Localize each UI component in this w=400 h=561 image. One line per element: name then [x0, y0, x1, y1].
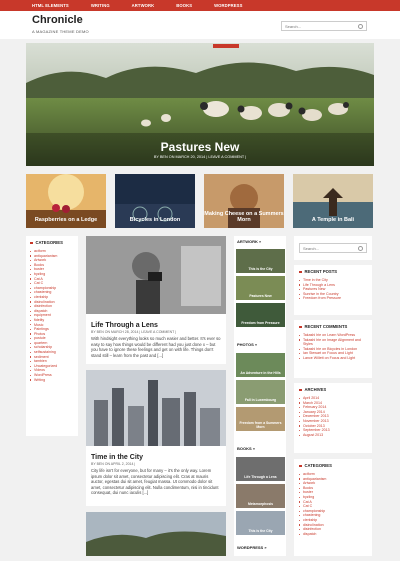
preview-item[interactable]: An Adventure in the Hills — [236, 353, 285, 377]
recent-posts-widget: Recent Posts Time in the City Life Throug… — [294, 265, 372, 315]
nav-item-html-elements[interactable]: HTML Elements — [32, 3, 69, 8]
preview-item[interactable]: This is the City — [236, 249, 285, 273]
archive-link[interactable]: August 2013 — [299, 433, 367, 438]
preview-title[interactable]: Metamorphosis — [236, 502, 285, 506]
archives-list: April 2014 March 2014 February 2014 January… — [299, 396, 367, 437]
widget-title: Archives — [299, 387, 367, 392]
featured-item[interactable]: A Temple in Bali — [293, 174, 373, 228]
preview-title[interactable]: Fall in Luxembourg — [236, 398, 285, 402]
recent-posts-list: Time in the City Life Through a Lens Pastu… — [299, 278, 367, 301]
nav-item-writing[interactable]: Writing — [91, 3, 110, 8]
preview-title[interactable]: Pastures New — [236, 294, 285, 298]
featured-title[interactable]: Making Cheese on a Summers Morn — [204, 211, 284, 223]
category-list-right: aciform antiquarianism Artwork Books buster b… — [299, 472, 367, 536]
hero-slider[interactable]: Pastures New By Ben on March 20, 2014 | … — [26, 43, 374, 166]
bullet-icon — [30, 241, 33, 245]
post-card — [86, 512, 226, 556]
slider-indicator[interactable] — [213, 44, 239, 48]
preview-item[interactable]: Life Through a Lens — [236, 457, 285, 481]
featured-title[interactable]: Raspberries on a Ledge — [26, 217, 106, 223]
category-link[interactable]: dispatch — [299, 532, 367, 537]
recent-comments-widget: Recent Comments Takashi Irie on Learn Wo… — [294, 320, 372, 378]
post-excerpt: With hindsight everything looks so much … — [91, 336, 221, 358]
nav-item-artwork[interactable]: Artwork — [132, 3, 155, 8]
preview-item[interactable]: Freedom from Pressure — [236, 303, 285, 327]
header-search-placeholder: Search... — [285, 24, 302, 29]
site-title[interactable]: Chronicle — [32, 14, 83, 26]
preview-title[interactable]: Freedom from Pressure — [236, 321, 285, 325]
featured-item[interactable]: Raspberries on a Ledge — [26, 174, 106, 228]
featured-title[interactable]: A Temple in Bali — [293, 217, 373, 223]
post-card: Time in the City By Ben on April 2, 2014… — [86, 370, 226, 506]
bullet-icon — [299, 325, 302, 329]
sidebar-search-placeholder: Search... — [303, 246, 320, 251]
widget-title: Categories — [299, 463, 367, 468]
bullet-icon — [299, 464, 302, 468]
widget-title: Recent Comments — [299, 324, 367, 329]
search-widget: Search... — [294, 236, 372, 260]
category-link[interactable]: Writing — [30, 378, 74, 383]
preview-title[interactable]: An Adventure in the Hills — [236, 371, 285, 375]
archives-widget: Archives April 2014 March 2014 February 20… — [294, 383, 372, 453]
category-previews: Artwork » This is the City Pastures New … — [234, 236, 286, 556]
widget-title: Categories — [30, 240, 74, 245]
preview-item[interactable]: Freedom from a Summers Morn — [236, 407, 285, 431]
recent-comments-list: Takashi Irie on Learn WordPress Takashi I… — [299, 333, 367, 361]
post-title[interactable]: Time in the City — [86, 451, 226, 461]
bullet-icon — [299, 388, 302, 392]
preview-title[interactable]: Life Through a Lens — [236, 475, 285, 479]
recent-comment-link[interactable]: Takashi Irie on Image Alignment and Styl… — [299, 338, 367, 347]
categories-widget-right: Categories aciform antiquarianism Artwork B… — [294, 459, 372, 556]
post-card: Life Through a Lens By Ben on March 28, … — [86, 236, 226, 364]
preview-title[interactable]: Freedom from a Summers Morn — [236, 421, 285, 429]
wordpress-heading[interactable]: WordPress » — [237, 545, 267, 550]
nav-item-books[interactable]: Books — [176, 3, 192, 8]
sidebar-search-input[interactable]: Search... — [299, 243, 367, 253]
post-excerpt: City life isn't for everyone, but for ma… — [91, 468, 219, 496]
preview-item[interactable]: Pastures New — [236, 276, 285, 300]
featured-item[interactable]: Making Cheese on a Summers Morn — [204, 174, 284, 228]
search-icon[interactable] — [358, 245, 363, 251]
photos-heading[interactable]: Photos » — [237, 342, 257, 347]
preview-item[interactable]: Fall in Luxembourg — [236, 380, 285, 404]
top-nav: HTML Elements Writing Artwork Books Word… — [0, 0, 400, 11]
preview-item[interactable]: This is the City — [236, 511, 285, 535]
site-tagline: A Magazine Theme Demo — [32, 29, 89, 34]
categories-widget: Categories aciform antiquarianism Artwork B… — [26, 236, 78, 436]
site-header: Chronicle A Magazine Theme Demo Search..… — [0, 11, 400, 39]
widget-title: Recent Posts — [299, 269, 367, 274]
recent-comment-link[interactable]: Lance Willett on Focus and Light — [299, 356, 367, 361]
post-image[interactable] — [86, 512, 226, 556]
bullet-icon — [299, 270, 302, 274]
recent-post-link[interactable]: Freedom from Pressure — [299, 296, 367, 301]
post-title[interactable]: Life Through a Lens — [86, 319, 226, 329]
featured-item[interactable]: Bicycles in London — [115, 174, 195, 228]
hero-meta: By Ben on March 20, 2014 | Leave a Comme… — [153, 155, 247, 159]
artwork-heading[interactable]: Artwork » — [237, 239, 283, 244]
preview-title[interactable]: This is the City — [236, 529, 285, 533]
preview-title[interactable]: This is the City — [236, 267, 285, 271]
preview-item[interactable]: Metamorphosis — [236, 484, 285, 508]
search-icon[interactable] — [358, 23, 363, 29]
category-list: aciform antiquarianism Artwork Books buster b… — [30, 249, 74, 382]
hero-title[interactable]: Pastures New — [26, 140, 374, 154]
featured-title[interactable]: Bicycles in London — [115, 217, 195, 223]
post-image[interactable] — [86, 236, 226, 314]
books-heading[interactable]: Books » — [237, 446, 255, 451]
post-image[interactable] — [86, 370, 226, 446]
header-search-input[interactable]: Search... — [281, 21, 367, 31]
nav-item-wordpress[interactable]: WordPress — [214, 3, 242, 8]
